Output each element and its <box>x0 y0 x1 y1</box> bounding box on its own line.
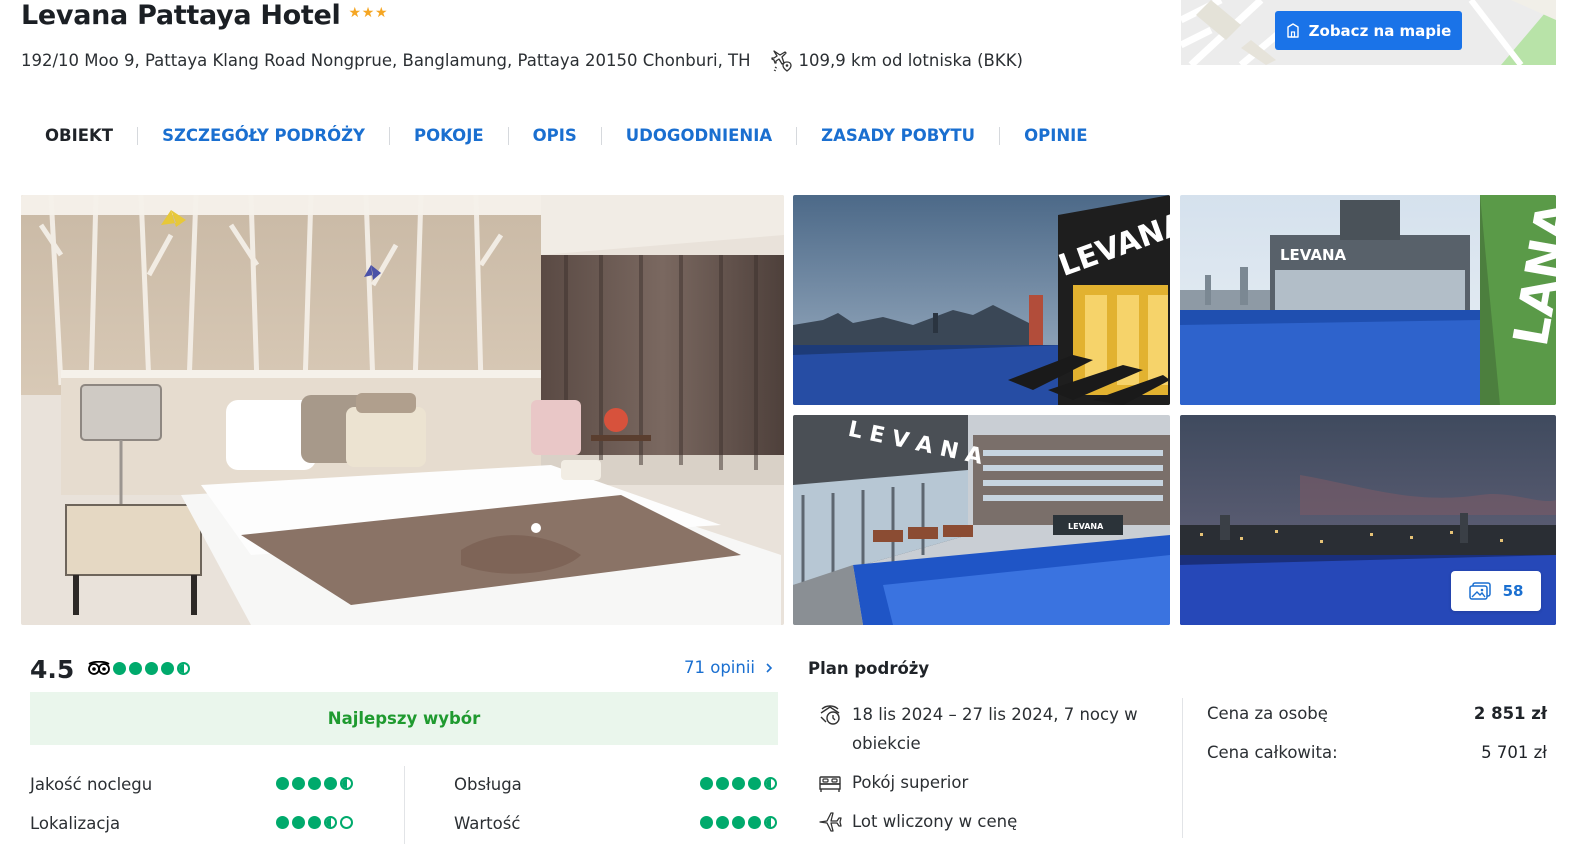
section-tabs: OBIEKT SZCZEGÓŁY PODRÓŻY POKOJE OPIS UDO… <box>21 122 1112 150</box>
tab-udogodnienia[interactable]: UDOGODNIENIA <box>600 127 796 145</box>
price-per-person-value: 2 851 zł <box>1473 704 1547 723</box>
rating-bubble-full <box>308 777 321 790</box>
best-choice-label: Najlepszy wybór <box>327 709 481 728</box>
tab-szczegoly-podrozy[interactable]: SZCZEGÓŁY PODRÓŻY <box>137 127 389 145</box>
rating-bubble-full <box>732 777 745 790</box>
best-choice-badge: Najlepszy wybór <box>30 692 778 745</box>
rating-bubble-full <box>716 816 729 829</box>
tripadvisor-rating <box>88 661 190 675</box>
subrating-label-location: Lokalizacja <box>30 814 121 833</box>
bed-icon <box>819 775 841 792</box>
price-total-label: Cena całkowita: <box>1207 743 1338 762</box>
subrating-dots-service <box>700 777 777 790</box>
rating-bubble-half <box>340 777 353 790</box>
subrating-label-service: Obsługa <box>454 775 522 794</box>
plan-flight-label: Lot wliczony w cenę <box>852 812 1018 831</box>
price-total-value: 5 701 zł <box>1481 743 1547 762</box>
photo-main-bedroom[interactable] <box>21 195 784 625</box>
rating-bubble-half <box>764 777 777 790</box>
hotel-address: 192/10 Moo 9, Pattaya Klang Road Nongpru… <box>21 50 751 70</box>
rating-bubble-full <box>700 777 713 790</box>
subrating-label-quality: Jakość noclegu <box>30 775 153 794</box>
rating-bubble-full <box>308 816 321 829</box>
address-row: 192/10 Moo 9, Pattaya Klang Road Nongpru… <box>21 48 1023 72</box>
calendar-clock-icon <box>820 704 840 725</box>
rating-bubble-half <box>764 816 777 829</box>
rating-bubble-full <box>732 816 745 829</box>
star-icon: ★ <box>348 4 362 21</box>
rating-bubble-half <box>177 661 190 675</box>
images-icon <box>1468 582 1491 600</box>
plan-dates-line1: 18 lis 2024 – 27 lis 2024, 7 nocy w <box>852 705 1138 724</box>
show-on-map-label: Zobacz na mapie <box>1308 21 1452 40</box>
hotel-stars: ★ ★ ★ <box>349 6 388 20</box>
all-photos-button[interactable]: 58 <box>1451 571 1541 611</box>
tab-opinie[interactable]: OPINIE <box>999 127 1111 145</box>
tripadvisor-owl-icon <box>88 661 110 675</box>
rating-bubble-full <box>161 661 174 675</box>
rating-bubble-full <box>145 661 158 675</box>
plan-flight: Lot wliczony w cenę <box>818 807 1017 836</box>
airplane-icon <box>819 811 842 832</box>
hotel-name: Levana Pattaya Hotel <box>21 0 341 31</box>
tab-zasady-pobytu[interactable]: ZASADY POBYTU <box>796 127 999 145</box>
chevron-right-icon <box>766 662 773 673</box>
rating-bubble-full <box>276 816 289 829</box>
airport-distance-text: 109,9 km od lotniska (BKK) <box>798 50 1023 70</box>
photo-rooftop-pool-dusk[interactable]: LEVANA <box>793 195 1170 405</box>
plan-dates-line2: obiekcie <box>852 734 921 753</box>
subrating-label-value: Wartość <box>454 814 521 833</box>
plan-title: Plan podróży <box>808 659 930 678</box>
levana-sign-text: LEVANA <box>1068 522 1104 531</box>
rating-score: 4.5 <box>30 655 75 684</box>
photo-rooftop-pool-day[interactable]: LEVANA LANA <box>1180 195 1556 405</box>
plan-room-label: Pokój superior <box>852 773 969 792</box>
photo-count: 58 <box>1502 582 1524 600</box>
star-icon: ★ <box>375 4 388 21</box>
plane-distance-icon <box>770 50 792 72</box>
star-icon: ★ <box>361 4 375 21</box>
subrating-dots-quality <box>276 777 353 790</box>
plan-dates: 18 lis 2024 – 27 lis 2024, 7 nocy w obie… <box>818 700 1138 758</box>
reviews-link-label: 71 opinii <box>684 658 756 677</box>
tab-pokoje[interactable]: POKOJE <box>389 127 508 145</box>
levana-sign-text: LEVANA <box>1280 246 1347 264</box>
subrating-divider <box>404 766 405 844</box>
plan-room: Pokój superior <box>818 768 968 797</box>
reviews-link[interactable]: 71 opinii <box>684 658 773 677</box>
subrating-dots-location <box>276 816 353 829</box>
rating-bubble-empty <box>340 816 353 829</box>
rating-bubble-full <box>716 777 729 790</box>
rating-bubble-half <box>324 816 337 829</box>
subrating-dots-value <box>700 816 777 829</box>
rating-bubble-full <box>276 777 289 790</box>
rating-bubble-full <box>700 816 713 829</box>
rating-bubble-full <box>292 816 305 829</box>
price-divider <box>1182 698 1183 838</box>
airport-distance: 109,9 km od lotniska (BKK) <box>770 48 1023 72</box>
hotel-title: Levana Pattaya Hotel ★ ★ ★ <box>21 0 388 31</box>
rating-bubble-full <box>113 661 126 675</box>
rating-bubble-full <box>129 661 142 675</box>
building-icon <box>1286 23 1299 38</box>
rating-bubble-full <box>324 777 337 790</box>
tab-obiekt[interactable]: OBIEKT <box>21 127 137 145</box>
tab-opis[interactable]: OPIS <box>507 127 601 145</box>
rating-bubble-full <box>748 816 761 829</box>
price-per-person-label: Cena za osobę <box>1207 704 1328 723</box>
photo-pool-building[interactable]: LEVANA L E V A N A <box>793 415 1170 625</box>
rating-bubble-full <box>292 777 305 790</box>
show-on-map-button[interactable]: Zobacz na mapie <box>1275 11 1462 50</box>
rating-bubble-full <box>748 777 761 790</box>
